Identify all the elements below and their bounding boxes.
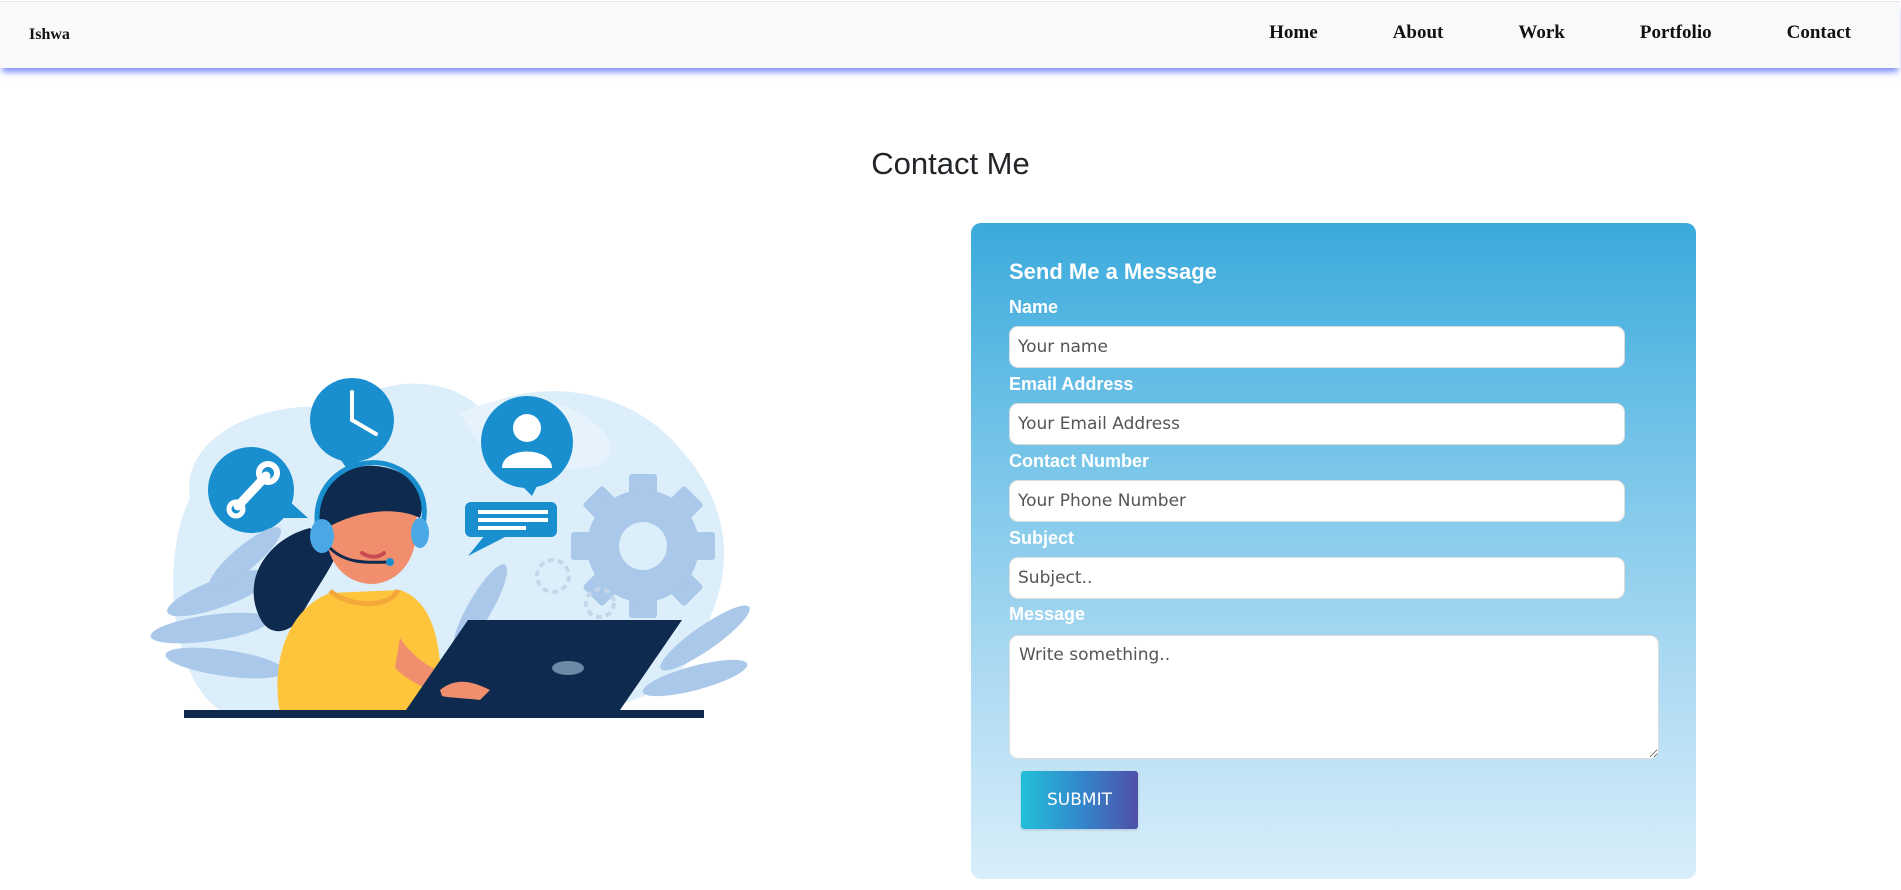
customer-support-illustration: [150, 378, 750, 728]
desk: [184, 710, 704, 718]
name-label: Name: [1009, 297, 1059, 317]
nav-link-contact[interactable]: Contact: [1787, 22, 1851, 44]
nav-link-work[interactable]: Work: [1518, 22, 1564, 44]
message-label: Message: [1009, 604, 1086, 624]
phone-input[interactable]: [1009, 480, 1625, 522]
name-input[interactable]: [1009, 326, 1625, 368]
gear-icon: [571, 474, 715, 618]
contact-form: Send Me a Message Name Email Address Con…: [971, 223, 1696, 879]
message-textarea[interactable]: [1009, 635, 1659, 759]
page-title: Contact Me: [871, 146, 1030, 181]
submit-button[interactable]: SUBMIT: [1021, 771, 1138, 829]
nav-link-portfolio[interactable]: Portfolio: [1640, 22, 1712, 44]
form-heading: Send Me a Message: [1009, 259, 1217, 284]
nav-links: Home About Work Portfolio Contact: [1269, 22, 1851, 44]
navbar: Ishwa Home About Work Portfolio Contact: [0, 1, 1900, 68]
phone-label: Contact Number: [1009, 451, 1150, 471]
nav-link-home[interactable]: Home: [1269, 22, 1318, 44]
subject-input[interactable]: [1009, 557, 1625, 599]
brand-logo-link[interactable]: Ishwa: [29, 26, 70, 44]
subject-label: Subject: [1009, 528, 1075, 548]
page: Ishwa Home About Work Portfolio Contact …: [0, 0, 1901, 890]
email-input[interactable]: [1009, 403, 1625, 445]
nav-link-about[interactable]: About: [1393, 22, 1444, 44]
email-label: Email Address: [1009, 374, 1134, 394]
